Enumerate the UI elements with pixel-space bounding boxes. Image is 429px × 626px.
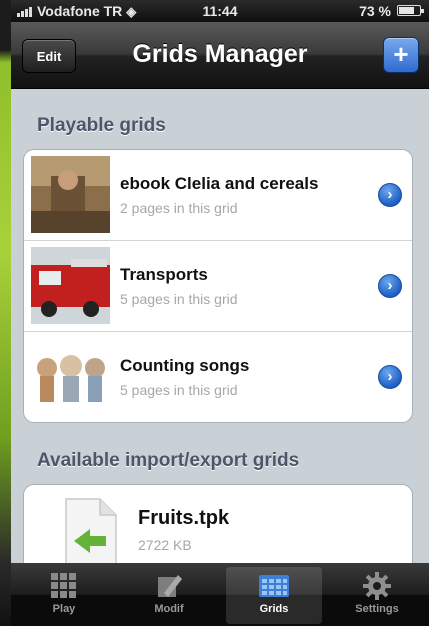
grid-title: ebook Clelia and cereals (120, 174, 319, 193)
tab-label: Grids (259, 603, 289, 615)
grid-thumbnail-transports (31, 247, 110, 324)
tab-label: Settings (355, 603, 399, 615)
grid-title: Counting songs (120, 356, 250, 375)
import-export-header: Available import/export grids (37, 450, 300, 471)
tab-play[interactable]: Play (16, 567, 112, 624)
tab-settings[interactable]: Settings (329, 567, 425, 624)
tab-bar: Play Modif Grids Settings (11, 563, 429, 626)
tab-label: Modif (154, 603, 184, 615)
grid-page-count: 2 pages in this grid (120, 200, 238, 216)
tab-modif[interactable]: Modif (121, 567, 217, 624)
navigation-bar: Edit Grids Manager + (11, 22, 429, 89)
grid-thumbnail-counting-songs (31, 338, 110, 415)
list-item[interactable]: ebook Clelia and cereals 2 pages in this… (24, 150, 412, 241)
gear-icon (363, 572, 391, 600)
grid-page-count: 5 pages in this grid (120, 291, 238, 307)
list-item[interactable]: Transports 5 pages in this grid › (24, 241, 412, 332)
add-grid-button[interactable]: + (383, 37, 419, 73)
list-item[interactable]: Fruits.tpk 2722 KB (24, 485, 412, 575)
previous-screen-edge (0, 0, 11, 626)
playable-grids-list: ebook Clelia and cereals 2 pages in this… (23, 149, 413, 423)
file-import-icon (65, 498, 117, 568)
tab-label: Play (52, 603, 76, 615)
status-bar: Vodafone TR ◈ 11:44 73 % (11, 0, 429, 22)
grids-icon (259, 575, 289, 597)
grid-page-count: 5 pages in this grid (120, 382, 238, 398)
disclosure-arrow-icon[interactable]: › (378, 183, 402, 207)
tab-grids[interactable]: Grids (226, 567, 322, 624)
file-size: 2722 KB (138, 537, 192, 553)
file-name: Fruits.tpk (138, 507, 230, 529)
battery-fill (399, 7, 414, 14)
grids-manager-screen: Vodafone TR ◈ 11:44 73 % Edit Grids Manag… (11, 0, 429, 626)
battery-percentage: 73 % (359, 3, 391, 19)
grid-icon (51, 573, 76, 598)
disclosure-arrow-icon[interactable]: › (378, 365, 402, 389)
grid-thumbnail-ebook (31, 156, 110, 233)
disclosure-arrow-icon[interactable]: › (378, 274, 402, 298)
pencil-icon (158, 575, 182, 597)
playable-grids-header: Playable grids (37, 115, 166, 136)
battery-icon (397, 5, 424, 16)
list-item[interactable]: Counting songs 5 pages in this grid › (24, 332, 412, 422)
page-title: Grids Manager (132, 40, 308, 68)
grid-title: Transports (120, 265, 208, 284)
